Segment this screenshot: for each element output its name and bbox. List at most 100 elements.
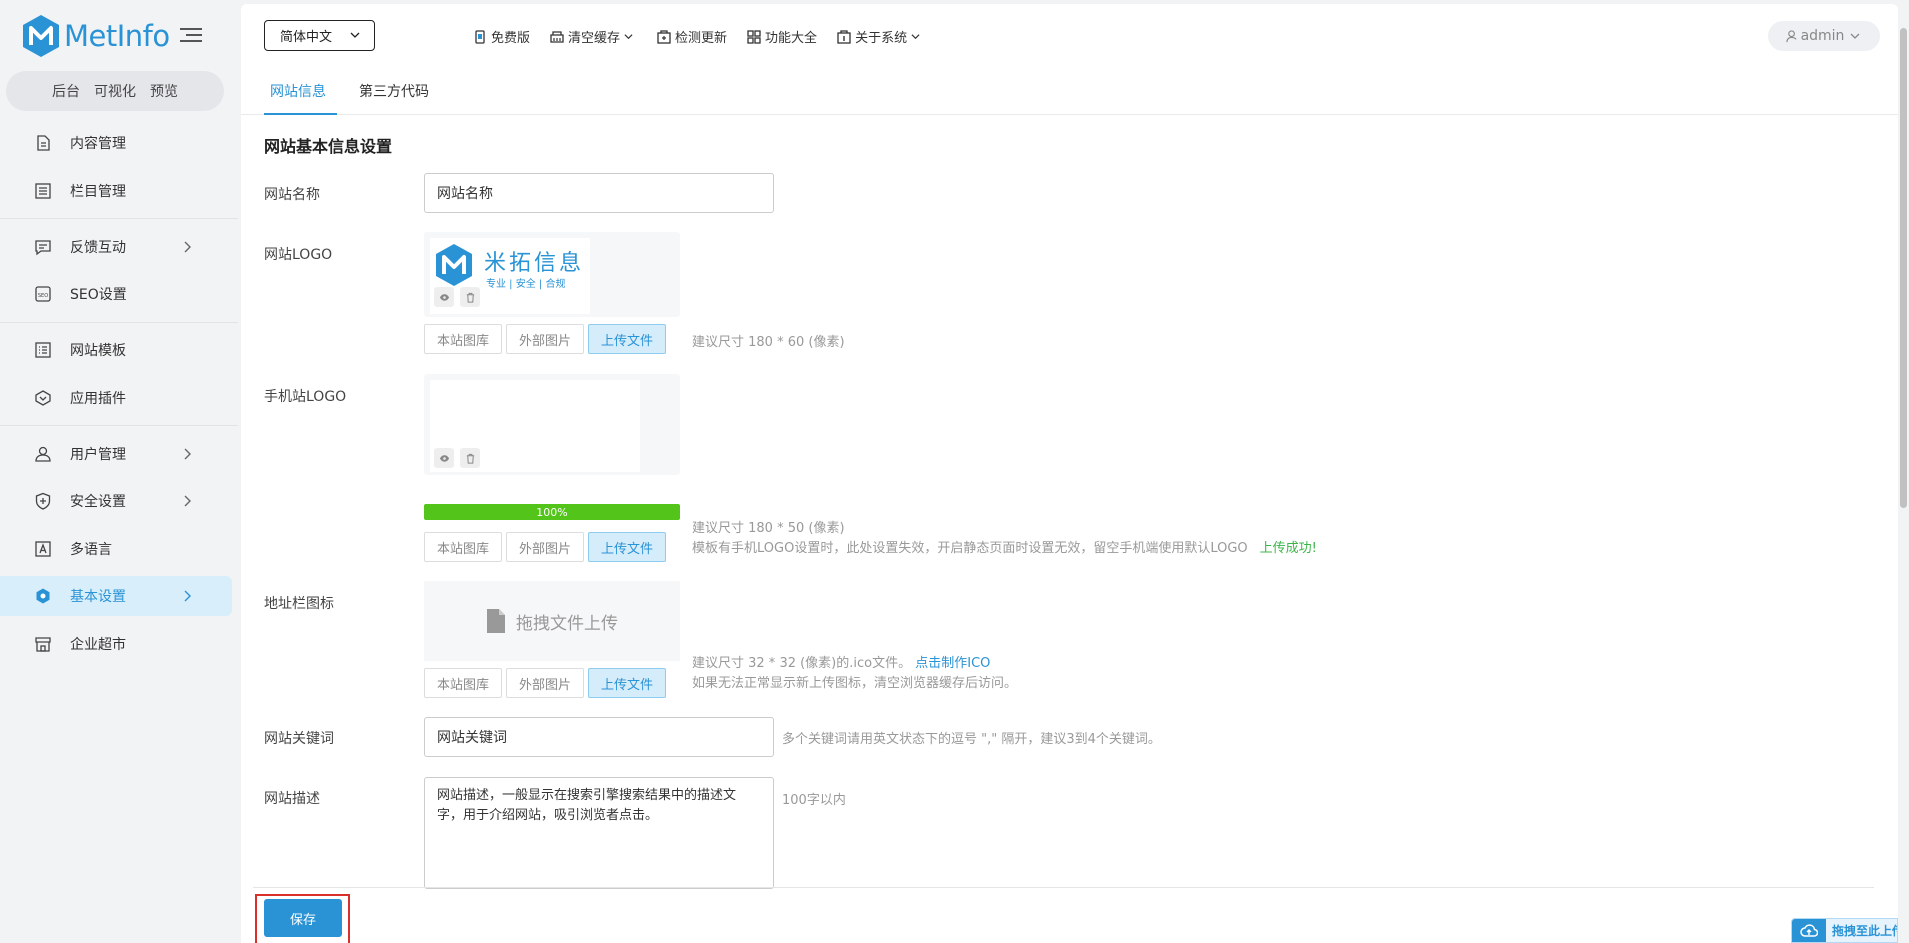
- chevron-down-icon: [624, 34, 633, 40]
- upload-file-button[interactable]: 上传文件: [588, 324, 667, 354]
- link-visual[interactable]: 可视化: [94, 81, 136, 101]
- mobile-logo-label: 手机站LOGO: [264, 389, 347, 405]
- sidebar-item-users[interactable]: 用户管理: [0, 434, 232, 474]
- trash-icon: [466, 453, 474, 464]
- delete-button[interactable]: [460, 287, 480, 307]
- sidebar-item-label: 内容管理: [70, 136, 126, 152]
- nav-divider: [0, 425, 238, 426]
- chevron-right-icon: [184, 590, 191, 602]
- update-icon: [657, 29, 671, 44]
- quick-links: 后台 可视化 预览: [6, 71, 224, 111]
- save-button[interactable]: 保存: [264, 899, 342, 937]
- grid-icon: [747, 29, 761, 44]
- top-link-label: 清空缓存: [568, 31, 621, 46]
- top-link-label: 功能大全: [765, 31, 818, 46]
- keywords-label: 网站关键词: [264, 731, 334, 747]
- svg-text:SEO: SEO: [38, 293, 48, 299]
- sidebar-item-columns[interactable]: 栏目管理: [0, 171, 232, 211]
- main-panel: 网站信息 第三方代码 网站基本信息设置 网站名称 网站名称 网站LOGO 米拓信…: [241, 65, 1898, 943]
- sidebar-item-label: 反馈互动: [70, 239, 126, 256]
- check-update-link[interactable]: 检测更新: [657, 27, 727, 46]
- chevron-down-icon: [350, 32, 360, 38]
- description-hint: 100字以内: [782, 793, 846, 808]
- link-backend[interactable]: 后台: [52, 81, 80, 101]
- favicon-upload-buttons: 本站图库 外部图片 上传文件: [424, 668, 667, 698]
- top-links: 免费版 清空缓存 检测更新 功能大全 关于系统: [473, 27, 924, 46]
- settings-icon: [34, 587, 52, 605]
- info-icon: [837, 29, 851, 44]
- upload-file-button[interactable]: 上传文件: [588, 668, 667, 698]
- mobile-logo-upload-box: [424, 374, 680, 475]
- sidebar-item-seo[interactable]: SEO SEO设置: [0, 274, 232, 314]
- library-button[interactable]: 本站图库: [424, 532, 503, 562]
- tab-site-info[interactable]: 网站信息: [270, 81, 326, 101]
- brand-logo[interactable]: MetInfo: [22, 14, 170, 58]
- sidebar-item-label: 栏目管理: [70, 183, 126, 200]
- scrollbar-thumb[interactable]: [1900, 28, 1907, 508]
- mobile-logo-note: 模板有手机LOGO设置时，此处设置失效，开启静态页面时设置无效，留空手机端使用默…: [692, 537, 1317, 556]
- nav-divider: [0, 218, 238, 219]
- external-image-button[interactable]: 外部图片: [506, 668, 585, 698]
- sidebar-item-language[interactable]: 多语言: [0, 529, 232, 569]
- favicon-hint: 建议尺寸 32 * 32 (像素)的.ico文件。 点击制作ICO: [692, 652, 990, 671]
- sidebar: MetInfo 后台 可视化 预览 内容管理 栏目管理 反馈互动 SEO SEO…: [0, 0, 240, 943]
- metinfo-logo-icon: [436, 244, 472, 286]
- file-icon: [487, 609, 505, 633]
- chevron-down-icon: [911, 34, 920, 40]
- chevron-right-icon: [184, 241, 191, 252]
- badge-icon: [475, 29, 485, 44]
- sidebar-item-label: 安全设置: [70, 494, 126, 510]
- features-link[interactable]: 功能大全: [747, 27, 817, 46]
- user-menu[interactable]: admin: [1768, 21, 1880, 51]
- library-button[interactable]: 本站图库: [424, 324, 503, 354]
- upload-progress-fill: 100%: [424, 504, 680, 520]
- favicon-drag-upload[interactable]: 拖拽文件上传: [424, 581, 680, 661]
- page-scrollbar[interactable]: [1898, 0, 1909, 943]
- logo-size-hint: 建议尺寸 180 * 60 (像素): [692, 335, 845, 350]
- favicon-label: 地址栏图标: [264, 596, 334, 612]
- sidebar-item-content[interactable]: 内容管理: [0, 123, 232, 163]
- active-tab-indicator: [264, 113, 337, 115]
- about-system-menu[interactable]: 关于系统: [837, 27, 924, 46]
- sidebar-item-plugins[interactable]: 应用插件: [0, 378, 232, 418]
- floating-drag-upload[interactable]: 拖拽至此上传: [1791, 918, 1898, 943]
- site-name-input[interactable]: 网站名称: [424, 173, 774, 213]
- sidebar-item-store[interactable]: 企业超市: [0, 624, 232, 664]
- clear-cache-menu[interactable]: 清空缓存: [550, 27, 637, 46]
- logo-label: 网站LOGO: [264, 247, 333, 263]
- preview-button[interactable]: [434, 287, 454, 307]
- sidebar-item-feedback[interactable]: 反馈互动: [0, 227, 232, 267]
- footer-divider: [253, 887, 1874, 888]
- sidebar-item-label: 基本设置: [70, 589, 126, 605]
- external-image-button[interactable]: 外部图片: [506, 324, 585, 354]
- user-icon: [34, 445, 52, 463]
- language-select[interactable]: 简体中文: [264, 20, 375, 51]
- description-label: 网站描述: [264, 791, 320, 807]
- description-textarea[interactable]: 网站描述，一般显示在搜索引擎搜索结果中的描述文字，用于介绍网站，吸引浏览者点击。: [424, 777, 774, 889]
- store-icon: [34, 635, 52, 653]
- sidebar-item-templates[interactable]: 网站模板: [0, 330, 232, 370]
- chat-icon: [34, 238, 52, 256]
- delete-button[interactable]: [460, 448, 480, 468]
- sidebar-item-basic-settings[interactable]: 基本设置: [0, 576, 232, 616]
- language-icon: [34, 540, 52, 558]
- top-link-label: 关于系统: [855, 31, 908, 46]
- upload-file-button[interactable]: 上传文件: [588, 532, 667, 562]
- preview-button[interactable]: [434, 448, 454, 468]
- free-edition-link[interactable]: 免费版: [473, 27, 530, 46]
- external-image-button[interactable]: 外部图片: [506, 532, 585, 562]
- sidebar-item-label: 应用插件: [70, 390, 126, 407]
- logo-upload-buttons: 本站图库 外部图片 上传文件: [424, 324, 667, 354]
- link-preview[interactable]: 预览: [150, 81, 178, 101]
- make-ico-link[interactable]: 点击制作ICO: [915, 656, 990, 671]
- menu-collapse-icon[interactable]: [180, 28, 204, 46]
- sidebar-item-security[interactable]: 安全设置: [0, 481, 232, 521]
- sidebar-item-label: 企业超市: [70, 636, 126, 653]
- mobile-logo-note-text: 模板有手机LOGO设置时，此处设置失效，开启静态页面时设置无效，留空手机端使用默…: [692, 541, 1248, 556]
- chevron-right-icon: [184, 495, 191, 507]
- template-icon: [34, 341, 52, 359]
- chevron-right-icon: [184, 448, 191, 459]
- library-button[interactable]: 本站图库: [424, 668, 503, 698]
- tab-third-party-code[interactable]: 第三方代码: [359, 81, 429, 101]
- keywords-input[interactable]: 网站关键词: [424, 717, 774, 757]
